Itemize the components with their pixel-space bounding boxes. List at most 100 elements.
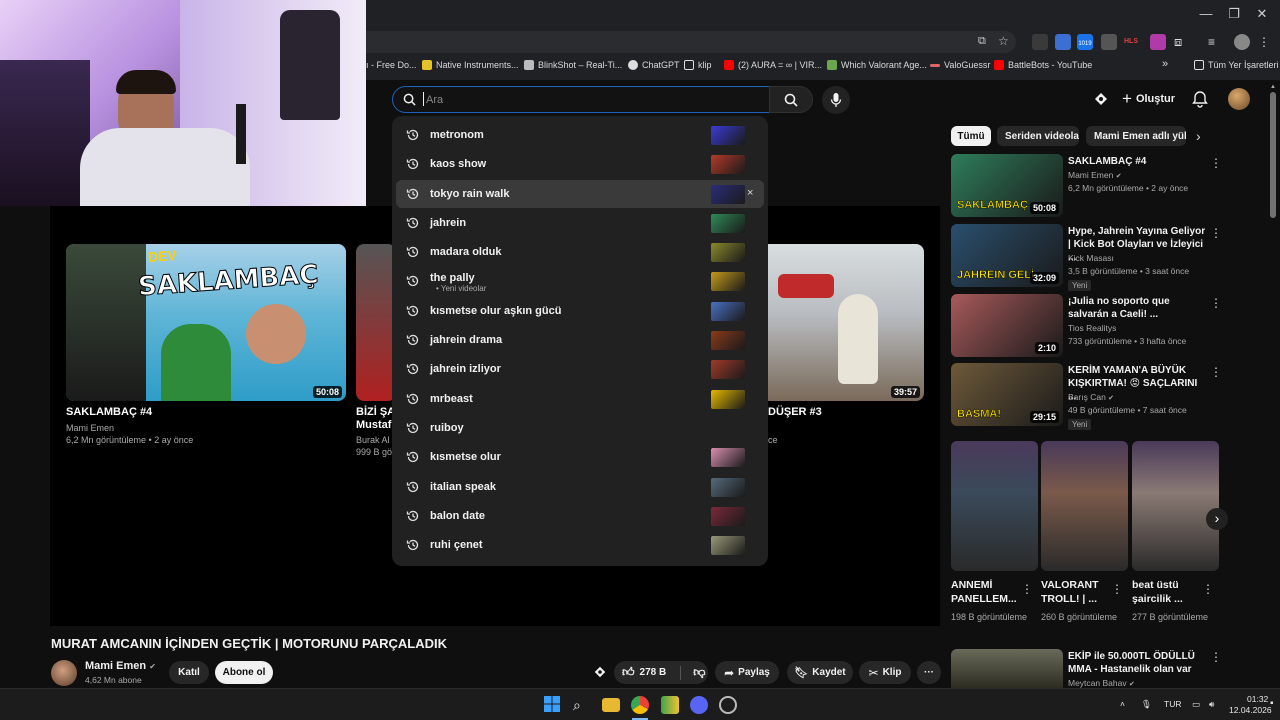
clip-button[interactable]: ✂ Klip — [859, 661, 911, 684]
all-bookmarks-button[interactable]: Tüm Yer İşaretleri — [1194, 60, 1279, 70]
related-video-channel[interactable]: Meytcan Bahav ✔ — [1068, 678, 1135, 688]
network-icon[interactable]: ▭ — [1192, 699, 1200, 710]
end-screen-video-title[interactable]: SAKLAMBAÇ #4 — [66, 406, 152, 418]
tray-mic-icon[interactable]: 🎙︎ — [1141, 699, 1152, 710]
bookmark-item[interactable]: BattleBots - YouTube — [994, 60, 1092, 70]
create-button[interactable]: + Oluştur — [1118, 86, 1180, 112]
share-button[interactable]: ➦ Paylaş — [715, 661, 779, 684]
search-suggestion[interactable]: kısmetse olur aşkın gücü — [396, 297, 764, 325]
end-screen-video-title[interactable]: Mustaf — [356, 419, 391, 431]
download-icon[interactable] — [1101, 34, 1117, 50]
join-button[interactable]: Katıl — [169, 661, 209, 684]
search-suggestion[interactable]: ruiboy — [396, 414, 764, 442]
extension-icon[interactable] — [1055, 34, 1071, 50]
extension-badge-icon[interactable]: 1019 — [1077, 34, 1093, 50]
related-video-thumbnail[interactable]: SAKLAMBAÇ 50:08 — [951, 154, 1063, 217]
search-suggestion[interactable]: tokyo rain walk × — [396, 180, 764, 208]
account-avatar[interactable] — [1228, 88, 1250, 110]
search-button[interactable] — [769, 86, 813, 113]
volume-icon[interactable]: 🔊︎ — [1209, 699, 1214, 710]
short-title[interactable]: ANNEMİ PANELLEM... — [951, 578, 1027, 606]
video-menu-icon[interactable]: ⋮ — [1210, 297, 1222, 309]
end-screen-channel[interactable]: Burak Al — [356, 434, 390, 446]
maximize-button[interactable]: ❐ — [1224, 6, 1244, 22]
short-menu-icon[interactable]: ⋮ — [1021, 583, 1033, 595]
remove-suggestion-button[interactable]: × — [747, 187, 753, 199]
minimize-button[interactable]: — — [1196, 6, 1216, 22]
close-window-button[interactable]: ✕ — [1252, 6, 1272, 22]
search-input[interactable]: Ara — [392, 86, 770, 113]
create-short-icon[interactable] — [1092, 91, 1110, 107]
search-suggestion[interactable]: italian speak — [396, 473, 764, 501]
end-screen-video-thumbnail[interactable] — [356, 244, 396, 401]
end-screen-channel[interactable]: Mami Emen — [66, 422, 114, 434]
chrome-icon[interactable] — [631, 696, 649, 714]
search-suggestion[interactable]: jahrein drama — [396, 326, 764, 354]
search-suggestion[interactable]: jahrein izliyor — [396, 355, 764, 383]
end-screen-video-thumbnail[interactable]: DEV SAKLAMBAÇ 50:08 — [66, 244, 346, 401]
file-explorer-icon[interactable] — [602, 698, 620, 712]
search-suggestion[interactable]: mrbeast — [396, 385, 764, 413]
search-suggestion[interactable]: balon date — [396, 502, 764, 530]
bookmark-item[interactable]: klip — [684, 60, 712, 70]
search-suggestion[interactable]: the pally • Yeni videolar — [396, 267, 764, 295]
short-thumbnail[interactable] — [951, 441, 1038, 571]
related-video-channel[interactable]: Mami Emen ✔ — [1068, 170, 1122, 180]
video-menu-icon[interactable]: ⋮ — [1210, 227, 1222, 239]
tray-chevron-icon[interactable]: ˄ — [1120, 699, 1125, 709]
subscribe-button[interactable]: Abone ol — [215, 661, 273, 684]
end-screen-video-title[interactable]: DÜŞER #3 — [768, 406, 822, 418]
chip-channel-uploads[interactable]: Mami Emen adlı yükle — [1086, 126, 1186, 146]
short-menu-icon[interactable]: ⋮ — [1111, 583, 1123, 595]
related-video-thumbnail[interactable]: 2:10 — [951, 294, 1063, 357]
app-icon[interactable] — [719, 696, 737, 714]
end-screen-video-thumbnail[interactable]: 39:57 — [768, 244, 924, 401]
notifications-icon[interactable]: ▪ — [1270, 698, 1274, 709]
dislike-button[interactable]: 👎︎ — [693, 665, 705, 680]
bookmark-item[interactable]: Native Instruments... — [422, 60, 519, 70]
voice-search-button[interactable] — [822, 86, 850, 114]
bookmark-item[interactable]: (2) AURA = ∞ | VIR... — [724, 60, 822, 70]
notifications-bell-icon[interactable] — [1192, 90, 1210, 108]
short-thumbnail[interactable] — [1041, 441, 1128, 571]
search-suggestion[interactable]: ruhi çenet — [396, 531, 764, 559]
short-menu-icon[interactable]: ⋮ — [1202, 583, 1214, 595]
more-actions-button[interactable]: ··· — [917, 661, 941, 684]
discord-icon[interactable] — [690, 696, 708, 714]
related-video-title[interactable]: EKİP ile 50.000TL ÖDÜLLÜ MMA - Hastaneli… — [1068, 650, 1208, 676]
related-video-channel[interactable]: Kick Masası — [1068, 253, 1114, 263]
reading-list-icon[interactable]: ≡ — [1208, 34, 1224, 50]
clock-time[interactable]: 01:32 — [1247, 694, 1268, 704]
bookmark-star-icon[interactable]: ☆ — [998, 34, 1009, 48]
profile-avatar-icon[interactable] — [1234, 34, 1250, 50]
related-video-thumbnail[interactable] — [951, 649, 1063, 689]
more-bookmarks-button[interactable]: » — [1162, 58, 1168, 70]
extension-icon[interactable] — [1150, 34, 1166, 50]
shorts-next-chevron-icon[interactable]: › — [1206, 508, 1228, 530]
taskbar-search-icon[interactable]: ⌕ — [573, 696, 591, 714]
input-language[interactable]: TUR — [1164, 699, 1181, 709]
bookmark-item[interactable]: ValoGuessr — [930, 60, 990, 70]
bookmark-item[interactable]: BlinkShot – Real-Ti... — [524, 60, 622, 70]
browser-menu-icon[interactable]: ⋮ — [1258, 34, 1274, 50]
chips-next-chevron-icon[interactable]: › — [1196, 128, 1201, 144]
app-icon[interactable] — [661, 696, 679, 714]
end-screen-video-title[interactable]: BİZİ ŞA — [356, 406, 395, 418]
bookmark-item[interactable]: ı - Free Do... — [366, 60, 417, 70]
related-video-channel[interactable]: Barış Can ✔ — [1068, 392, 1114, 402]
video-menu-icon[interactable]: ⋮ — [1210, 366, 1222, 378]
like-button[interactable]: 👍︎ 278 B — [622, 665, 666, 680]
search-suggestion[interactable]: metronom — [396, 121, 764, 149]
page-scrollbar[interactable] — [1270, 92, 1276, 218]
install-app-icon[interactable]: ⧉ — [978, 35, 986, 48]
windows-start-icon[interactable] — [544, 696, 562, 714]
related-video-thumbnail[interactable]: BASMA! 29:15 — [951, 363, 1063, 426]
search-suggestion[interactable]: jahrein — [396, 209, 764, 237]
scroll-up-icon[interactable]: ▲ — [1270, 84, 1276, 90]
extension-icon[interactable] — [1032, 34, 1048, 50]
address-bar[interactable]: ⧉ ☆ — [366, 31, 1016, 53]
search-suggestion[interactable]: madara olduk — [396, 238, 764, 266]
ask-ai-icon[interactable] — [592, 665, 610, 681]
hls-extension-icon[interactable]: HLS — [1124, 34, 1140, 50]
related-video-thumbnail[interactable]: JAHREIN GELİ 32:09 — [951, 224, 1063, 287]
